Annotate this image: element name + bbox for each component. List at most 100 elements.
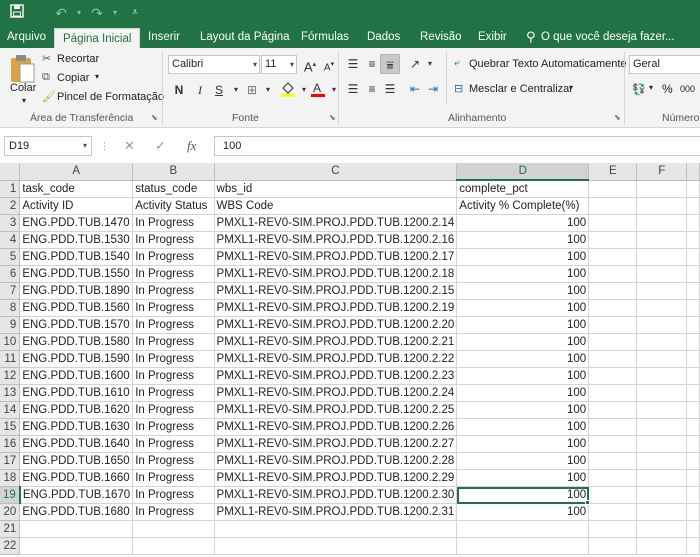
cut-button[interactable]: Recortar xyxy=(57,53,99,65)
cell-c[interactable] xyxy=(214,537,458,555)
row-header[interactable]: 22 xyxy=(0,537,21,555)
tab-layout-da-pagina[interactable]: Layout da Página xyxy=(200,26,290,48)
active-cell[interactable]: 100 xyxy=(456,486,590,504)
cell-empty[interactable] xyxy=(588,537,638,555)
row-header[interactable]: 1 xyxy=(0,180,21,198)
italic-button[interactable]: I xyxy=(190,80,210,100)
cell-d[interactable]: 100 xyxy=(456,452,590,470)
cell-empty[interactable] xyxy=(636,214,688,232)
cell-empty[interactable] xyxy=(588,350,638,368)
paste-dropdown-icon[interactable]: ▾ xyxy=(22,96,26,105)
font-name-combo[interactable]: Calibri ▾ xyxy=(168,55,260,74)
worksheet-grid[interactable]: A B C D E F 1 task_code status_code wbs_id c… xyxy=(0,163,700,557)
tab-arquivo[interactable]: Arquivo xyxy=(7,26,46,48)
cell-c[interactable]: PMXL1-REV0-SIM.PROJ.PDD.TUB.1200.2.31 xyxy=(214,503,458,521)
column-header[interactable]: E xyxy=(588,163,638,181)
currency-icon[interactable]: 💱 xyxy=(632,83,646,96)
cell-empty[interactable] xyxy=(636,316,688,334)
cell-d[interactable] xyxy=(456,520,590,538)
row-header[interactable]: 12 xyxy=(0,367,21,385)
cell-c[interactable]: PMXL1-REV0-SIM.PROJ.PDD.TUB.1200.2.21 xyxy=(214,333,458,351)
cell-a[interactable]: ENG.PDD.TUB.1560 xyxy=(19,299,134,317)
cell-d[interactable]: Activity % Complete(%) xyxy=(456,197,590,215)
tab-pagina-inicial[interactable]: Página Inicial xyxy=(54,28,141,48)
row-header[interactable]: 19 xyxy=(0,486,21,504)
customize-qat-icon[interactable]: ⩡ xyxy=(126,4,144,22)
cell-empty[interactable] xyxy=(588,197,638,215)
row-header[interactable]: 4 xyxy=(0,231,21,249)
tab-inserir[interactable]: Inserir xyxy=(148,26,180,48)
row-header[interactable]: 11 xyxy=(0,350,21,368)
cell-a[interactable]: ENG.PDD.TUB.1670 xyxy=(19,486,134,504)
redo-icon[interactable]: ↷ xyxy=(88,4,106,22)
select-all-corner[interactable] xyxy=(0,163,21,181)
thousands-button[interactable]: 000 xyxy=(680,84,695,94)
cell-empty[interactable] xyxy=(686,469,700,487)
cell-empty[interactable] xyxy=(588,418,638,436)
cell-empty[interactable] xyxy=(686,197,700,215)
cell-empty[interactable] xyxy=(686,214,700,232)
align-right-icon[interactable]: ☰ xyxy=(380,79,400,99)
cell-empty[interactable] xyxy=(686,537,700,555)
grow-font-button[interactable]: A▴ xyxy=(300,55,320,75)
cell-empty[interactable] xyxy=(636,299,688,317)
cell-a[interactable]: ENG.PDD.TUB.1530 xyxy=(19,231,134,249)
cell-empty[interactable] xyxy=(636,282,688,300)
cell-d[interactable]: 100 xyxy=(456,316,590,334)
cell-empty[interactable] xyxy=(588,214,638,232)
name-box[interactable]: D19 ▾ xyxy=(4,136,92,156)
cell-c[interactable] xyxy=(214,520,458,538)
cell-empty[interactable] xyxy=(588,231,638,249)
cell-b[interactable]: In Progress xyxy=(132,265,215,283)
cell-a[interactable]: ENG.PDD.TUB.1550 xyxy=(19,265,134,283)
borders-dropdown-icon[interactable]: ▾ xyxy=(258,80,278,100)
row-header[interactable]: 8 xyxy=(0,299,21,317)
cell-empty[interactable] xyxy=(636,350,688,368)
tab-formulas[interactable]: Fórmulas xyxy=(301,26,349,48)
row-header[interactable]: 21 xyxy=(0,520,21,538)
paste-icon[interactable] xyxy=(8,54,36,84)
cell-b[interactable]: In Progress xyxy=(132,299,215,317)
cell-empty[interactable] xyxy=(588,180,638,198)
cell-empty[interactable] xyxy=(686,299,700,317)
cell-empty[interactable] xyxy=(588,469,638,487)
increase-indent-icon[interactable]: ⇥ xyxy=(423,79,443,99)
tab-exibir[interactable]: Exibir xyxy=(478,26,507,48)
cell-d[interactable]: 100 xyxy=(456,299,590,317)
cell-a[interactable]: ENG.PDD.TUB.1590 xyxy=(19,350,134,368)
row-header[interactable]: 16 xyxy=(0,435,21,453)
align-middle-icon[interactable]: ≡ xyxy=(362,54,382,74)
cell-a[interactable]: Activity ID xyxy=(19,197,134,215)
formula-input[interactable]: 100 xyxy=(214,136,700,156)
cell-d[interactable]: 100 xyxy=(456,265,590,283)
cell-empty[interactable] xyxy=(686,384,700,402)
row-header[interactable]: 2 xyxy=(0,197,21,215)
cell-empty[interactable] xyxy=(636,503,688,521)
cell-b[interactable]: In Progress xyxy=(132,384,215,402)
cell-empty[interactable] xyxy=(686,486,700,504)
orientation-dropdown-icon[interactable]: ▾ xyxy=(420,54,440,74)
cell-empty[interactable] xyxy=(636,367,688,385)
cell-b[interactable]: In Progress xyxy=(132,316,215,334)
cancel-icon[interactable]: ✕ xyxy=(124,136,135,156)
number-format-combo[interactable]: Geral xyxy=(629,55,700,74)
cell-c[interactable]: PMXL1-REV0-SIM.PROJ.PDD.TUB.1200.2.26 xyxy=(214,418,458,436)
cell-b[interactable]: In Progress xyxy=(132,231,215,249)
percent-button[interactable]: % xyxy=(662,82,673,96)
cell-a[interactable]: ENG.PDD.TUB.1580 xyxy=(19,333,134,351)
redo-dropdown-icon[interactable]: ▾ xyxy=(106,4,124,22)
cell-d[interactable]: 100 xyxy=(456,214,590,232)
cell-empty[interactable] xyxy=(636,265,688,283)
tab-revisao[interactable]: Revisão xyxy=(420,26,462,48)
row-header[interactable]: 5 xyxy=(0,248,21,266)
undo-dropdown-icon[interactable]: ▾ xyxy=(70,4,88,22)
cell-empty[interactable] xyxy=(588,401,638,419)
cell-b[interactable]: In Progress xyxy=(132,401,215,419)
cell-b[interactable] xyxy=(132,537,215,555)
cell-empty[interactable] xyxy=(636,486,688,504)
cell-c[interactable]: PMXL1-REV0-SIM.PROJ.PDD.TUB.1200.2.25 xyxy=(214,401,458,419)
cell-a[interactable]: task_code xyxy=(19,180,134,198)
cell-empty[interactable] xyxy=(636,418,688,436)
cell-empty[interactable] xyxy=(636,469,688,487)
cell-b[interactable]: In Progress xyxy=(132,282,215,300)
